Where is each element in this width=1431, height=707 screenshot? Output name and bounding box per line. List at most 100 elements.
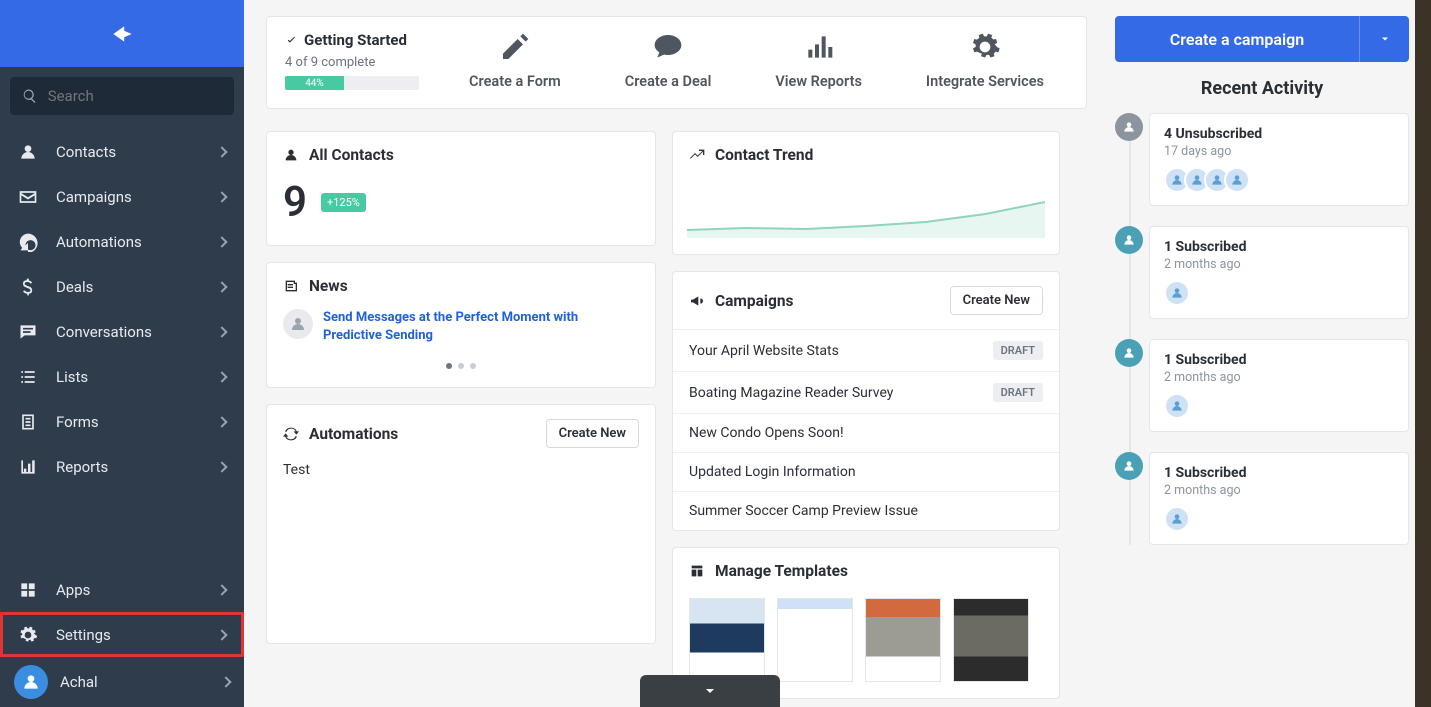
envelope-icon [18, 187, 38, 207]
news-card: News Send Messages at the Perfect Moment… [266, 262, 656, 388]
sidebar-item-reports[interactable]: Reports [0, 444, 244, 489]
activity-title: 1 Subscribed [1164, 239, 1394, 255]
sidebar-item-label: Forms [56, 413, 99, 431]
chevron-right-icon [216, 461, 227, 472]
sidebar-item-contacts[interactable]: Contacts [0, 129, 244, 174]
trend-sparkline [687, 184, 1045, 238]
sidebar-item-label: Automations [56, 233, 142, 251]
campaigns-card: Campaigns Create New Your April Website … [672, 271, 1060, 531]
gs-action-label: Integrate Services [926, 73, 1044, 90]
activity-card[interactable]: 1 Subscribed 2 months ago [1149, 226, 1409, 319]
speech-icon [652, 31, 684, 63]
refresh-icon [283, 426, 299, 442]
activity-card[interactable]: 4 Unsubscribed17 days ago [1149, 113, 1409, 206]
sidebar-item-settings[interactable]: Settings [0, 612, 244, 657]
bottom-drawer-toggle[interactable] [640, 675, 780, 707]
activity-avatars [1164, 280, 1394, 306]
create-campaign-cta[interactable]: Create a campaign [1115, 16, 1359, 62]
apps-icon [18, 580, 38, 600]
contact-trend-card: Contact Trend [672, 131, 1060, 255]
sidebar-item-label: Lists [56, 368, 88, 386]
gs-action-label: Create a Form [469, 73, 561, 90]
automations-card: Automations Create New Test [266, 404, 656, 644]
sidebar-item-label: Conversations [56, 323, 152, 341]
getting-started-card: Getting Started 4 of 9 complete 44% Crea… [266, 16, 1087, 109]
chevron-right-icon [216, 416, 227, 427]
sidebar-item-label: Settings [56, 626, 111, 644]
chevron-up-icon [702, 683, 718, 699]
sidebar-item-forms[interactable]: Forms [0, 399, 244, 444]
activity-time: 2 months ago [1164, 370, 1394, 385]
search-input[interactable] [48, 87, 222, 105]
gs-action-integrate[interactable]: Integrate Services [926, 31, 1044, 90]
create-automation-button[interactable]: Create New [546, 419, 639, 448]
contacts-icon [18, 142, 38, 162]
sidebar-item-conversations[interactable]: Conversations [0, 309, 244, 354]
sidebar-item-label: Reports [56, 458, 108, 476]
chevron-right-icon [216, 191, 227, 202]
getting-started-title: Getting Started [285, 31, 445, 49]
sidebar-item-label: Deals [56, 278, 93, 296]
campaign-list: Your April Website StatsDRAFTBoating Mag… [673, 329, 1059, 530]
sidebar-user[interactable]: Achal [0, 657, 244, 707]
chevron-right-icon [216, 146, 227, 157]
activity-avatars [1164, 393, 1394, 419]
chat-icon [18, 322, 38, 342]
template-thumb[interactable] [777, 598, 853, 682]
campaign-item[interactable]: Your April Website StatsDRAFT [673, 329, 1059, 371]
activity-item: 1 Subscribed 2 months ago [1149, 339, 1409, 432]
avatar [1164, 506, 1190, 532]
campaign-item[interactable]: Summer Soccer Camp Preview Issue [673, 491, 1059, 530]
template-thumb[interactable] [865, 598, 941, 682]
activity-time: 2 months ago [1164, 257, 1394, 272]
card-title: News [309, 277, 348, 295]
form-icon [18, 412, 38, 432]
card-title: Manage Templates [715, 562, 848, 580]
activity-card[interactable]: 1 Subscribed2 months ago [1149, 452, 1409, 545]
sidebar-item-lists[interactable]: Lists [0, 354, 244, 399]
template-thumb[interactable] [689, 598, 765, 682]
contacts-count: 9 [283, 178, 307, 227]
search-box[interactable] [10, 77, 234, 115]
activity-title: 1 Subscribed [1164, 465, 1394, 481]
sidebar-item-label: Contacts [56, 143, 116, 161]
gs-action-label: View Reports [775, 73, 862, 90]
carousel-dots[interactable] [283, 354, 639, 373]
gs-action-form[interactable]: Create a Form [469, 31, 561, 90]
activity-item: 1 Subscribed2 months ago [1149, 452, 1409, 545]
gs-action-deal[interactable]: Create a Deal [625, 31, 712, 90]
create-campaign-dropdown[interactable] [1359, 16, 1409, 62]
news-avatar [283, 309, 313, 339]
sidebar-item-label: Campaigns [56, 188, 132, 206]
gs-progress-text: 4 of 9 complete [285, 55, 445, 70]
bars-icon [803, 31, 835, 63]
gs-action-reports[interactable]: View Reports [775, 31, 862, 90]
sidebar-item-apps[interactable]: Apps [0, 567, 244, 612]
template-thumb[interactable] [953, 598, 1029, 682]
activity-title: 1 Subscribed [1164, 352, 1394, 368]
campaign-item[interactable]: Boating Magazine Reader SurveyDRAFT [673, 371, 1059, 413]
news-headline[interactable]: Send Messages at the Perfect Moment with… [323, 309, 639, 344]
campaign-item[interactable]: Updated Login Information [673, 452, 1059, 491]
status-badge: DRAFT [993, 383, 1043, 402]
create-campaign-button[interactable]: Create New [950, 286, 1043, 315]
chevron-right-icon [216, 281, 227, 292]
sidebar-item-campaigns[interactable]: Campaigns [0, 174, 244, 219]
activity-item: 4 Unsubscribed17 days ago [1149, 113, 1409, 206]
logo[interactable] [0, 0, 244, 67]
status-badge: DRAFT [993, 341, 1043, 360]
sidebar-item-deals[interactable]: Deals [0, 264, 244, 309]
gs-progress-fill: 44% [285, 76, 344, 90]
avatar [1164, 393, 1190, 419]
campaign-item[interactable]: New Condo Opens Soon! [673, 413, 1059, 452]
megaphone-icon [689, 293, 705, 309]
chevron-right-icon [216, 629, 227, 640]
main-content: Getting Started 4 of 9 complete 44% Crea… [244, 0, 1101, 707]
templates-icon [689, 563, 705, 579]
sidebar-item-automations[interactable]: Automations [0, 219, 244, 264]
automation-item[interactable]: Test [283, 462, 639, 478]
search-icon [22, 87, 38, 105]
avatar [14, 665, 48, 699]
card-title: All Contacts [309, 146, 394, 164]
activity-card[interactable]: 1 Subscribed 2 months ago [1149, 339, 1409, 432]
